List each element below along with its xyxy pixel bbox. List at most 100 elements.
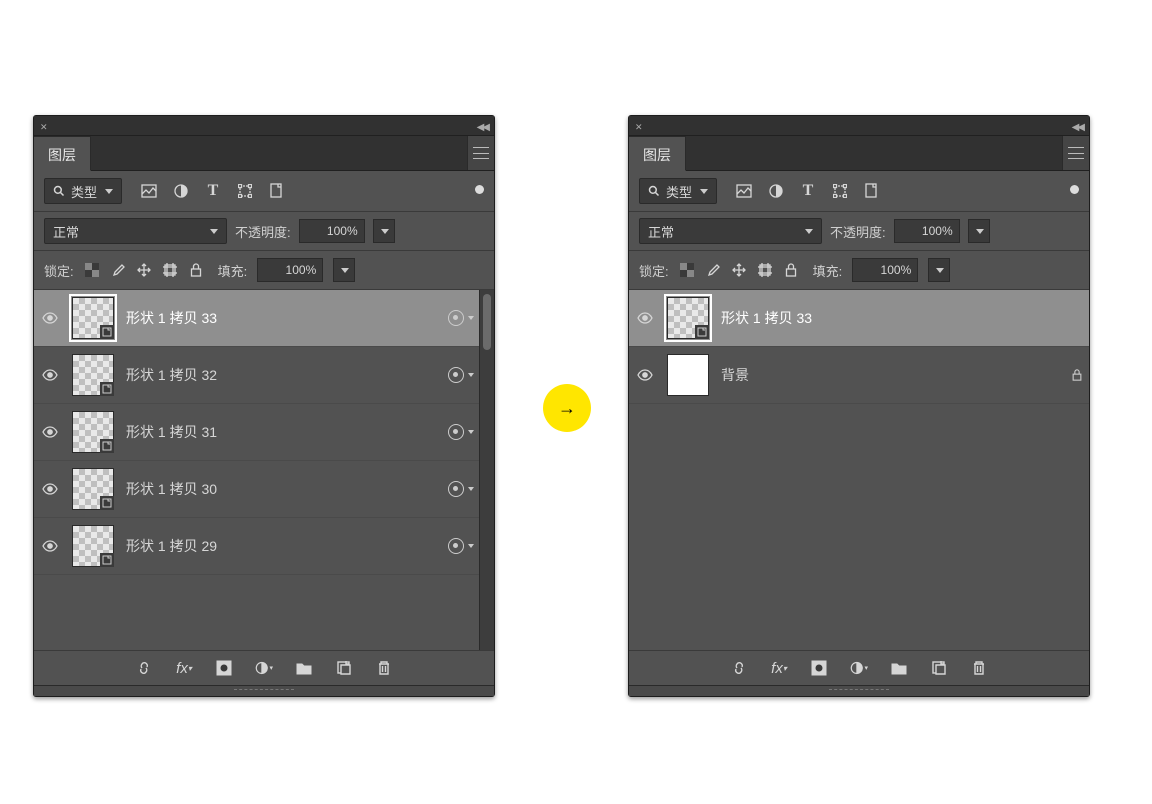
visibility-toggle[interactable] — [42, 312, 60, 324]
chevron-down-icon[interactable] — [468, 316, 474, 320]
layer-thumbnail[interactable] — [72, 525, 114, 567]
filter-toggle-switch[interactable] — [1070, 185, 1079, 194]
layer-name[interactable]: 背景 — [721, 365, 1033, 385]
layer-row[interactable]: 形状 1 拷贝 29 — [34, 518, 480, 575]
opacity-label[interactable]: 不透明度: — [235, 222, 291, 241]
visibility-toggle[interactable] — [637, 369, 655, 381]
adjustment-layer-icon[interactable]: ▾ — [850, 659, 868, 677]
fill-value-field[interactable]: 100% — [257, 258, 323, 282]
collapse-icon[interactable]: ◀◀ — [1072, 122, 1083, 133]
lock-position-icon[interactable] — [731, 262, 747, 278]
filter-pixel-icon[interactable] — [140, 182, 158, 200]
layer-name[interactable]: 形状 1 拷贝 32 — [126, 365, 424, 385]
layer-row[interactable]: 形状 1 拷贝 30 — [34, 461, 480, 518]
filter-adjust-icon[interactable] — [172, 182, 190, 200]
visibility-toggle[interactable] — [637, 312, 655, 324]
filter-adjust-icon[interactable] — [767, 182, 785, 200]
tab-layers[interactable]: 图层 — [629, 136, 686, 171]
resize-handle[interactable] — [34, 685, 494, 696]
filter-type-combo[interactable]: 类型 — [44, 178, 122, 204]
layer-thumbnail[interactable] — [667, 354, 709, 396]
fill-dropdown[interactable] — [928, 258, 950, 282]
fill-label[interactable]: 填充: — [218, 261, 248, 280]
lock-all-icon[interactable] — [783, 262, 799, 278]
layer-name[interactable]: 形状 1 拷贝 31 — [126, 422, 424, 442]
advanced-blend-icon[interactable] — [448, 481, 464, 497]
layer-name[interactable]: 形状 1 拷贝 33 — [721, 308, 1033, 328]
new-layer-icon[interactable] — [930, 659, 948, 677]
layer-row[interactable]: 形状 1 拷贝 33 — [34, 290, 480, 347]
lock-position-icon[interactable] — [136, 262, 152, 278]
fx-icon[interactable]: fx▾ — [175, 659, 193, 677]
mask-icon[interactable] — [215, 659, 233, 677]
group-icon[interactable] — [890, 659, 908, 677]
layer-row[interactable]: 形状 1 拷贝 31 — [34, 404, 480, 461]
lock-transparent-icon[interactable] — [84, 262, 100, 278]
mask-icon[interactable] — [810, 659, 828, 677]
opacity-value-field[interactable]: 100% — [894, 219, 960, 243]
fill-value-field[interactable]: 100% — [852, 258, 918, 282]
visibility-toggle[interactable] — [42, 483, 60, 495]
layer-thumbnail[interactable] — [72, 297, 114, 339]
close-icon[interactable]: ✕ — [40, 122, 48, 133]
advanced-blend-icon[interactable] — [448, 538, 464, 554]
collapse-icon[interactable]: ◀◀ — [477, 122, 488, 133]
lock-artboard-icon[interactable] — [162, 262, 178, 278]
tab-layers[interactable]: 图层 — [34, 136, 91, 171]
opacity-dropdown[interactable] — [968, 219, 990, 243]
layer-name[interactable]: 形状 1 拷贝 29 — [126, 536, 424, 556]
layer-thumbnail[interactable] — [667, 297, 709, 339]
chevron-down-icon[interactable] — [468, 487, 474, 491]
visibility-toggle[interactable] — [42, 369, 60, 381]
adjustment-layer-icon[interactable]: ▾ — [255, 659, 273, 677]
layer-row[interactable]: 形状 1 拷贝 33 — [629, 290, 1089, 347]
filter-type-combo[interactable]: 类型 — [639, 178, 717, 204]
panel-menu-button[interactable] — [1062, 136, 1089, 170]
filter-smart-icon[interactable] — [268, 182, 286, 200]
link-layers-icon[interactable] — [730, 659, 748, 677]
layer-name[interactable]: 形状 1 拷贝 33 — [126, 308, 424, 328]
chevron-down-icon[interactable] — [468, 430, 474, 434]
lock-all-icon[interactable] — [188, 262, 204, 278]
new-layer-icon[interactable] — [335, 659, 353, 677]
advanced-blend-icon[interactable] — [448, 367, 464, 383]
lock-artboard-icon[interactable] — [757, 262, 773, 278]
scroll-thumb[interactable] — [483, 294, 491, 350]
opacity-label[interactable]: 不透明度: — [830, 222, 886, 241]
blend-mode-combo[interactable]: 正常 — [44, 218, 227, 244]
layer-row[interactable]: 背景 — [629, 347, 1089, 404]
fill-dropdown[interactable] — [333, 258, 355, 282]
layer-name[interactable]: 形状 1 拷贝 30 — [126, 479, 424, 499]
filter-pixel-icon[interactable] — [735, 182, 753, 200]
lock-paint-icon[interactable] — [110, 262, 126, 278]
chevron-down-icon[interactable] — [468, 373, 474, 377]
layer-row[interactable]: 形状 1 拷贝 32 — [34, 347, 480, 404]
group-icon[interactable] — [295, 659, 313, 677]
fx-icon[interactable]: fx▾ — [770, 659, 788, 677]
lock-transparent-icon[interactable] — [679, 262, 695, 278]
visibility-toggle[interactable] — [42, 426, 60, 438]
resize-handle[interactable] — [629, 685, 1089, 696]
visibility-toggle[interactable] — [42, 540, 60, 552]
link-layers-icon[interactable] — [135, 659, 153, 677]
chevron-down-icon[interactable] — [468, 544, 474, 548]
filter-shape-icon[interactable] — [831, 182, 849, 200]
lock-icon[interactable] — [1071, 369, 1083, 381]
advanced-blend-icon[interactable] — [448, 310, 464, 326]
opacity-dropdown[interactable] — [373, 219, 395, 243]
filter-text-icon[interactable]: T — [799, 182, 817, 200]
layer-thumbnail[interactable] — [72, 354, 114, 396]
opacity-value-field[interactable]: 100% — [299, 219, 365, 243]
fill-label[interactable]: 填充: — [813, 261, 843, 280]
layer-thumbnail[interactable] — [72, 411, 114, 453]
lock-paint-icon[interactable] — [705, 262, 721, 278]
layer-thumbnail[interactable] — [72, 468, 114, 510]
delete-layer-icon[interactable] — [970, 659, 988, 677]
blend-mode-combo[interactable]: 正常 — [639, 218, 822, 244]
filter-toggle-switch[interactable] — [475, 185, 484, 194]
delete-layer-icon[interactable] — [375, 659, 393, 677]
scrollbar[interactable] — [479, 290, 494, 650]
panel-menu-button[interactable] — [467, 136, 494, 170]
advanced-blend-icon[interactable] — [448, 424, 464, 440]
close-icon[interactable]: ✕ — [635, 122, 643, 133]
